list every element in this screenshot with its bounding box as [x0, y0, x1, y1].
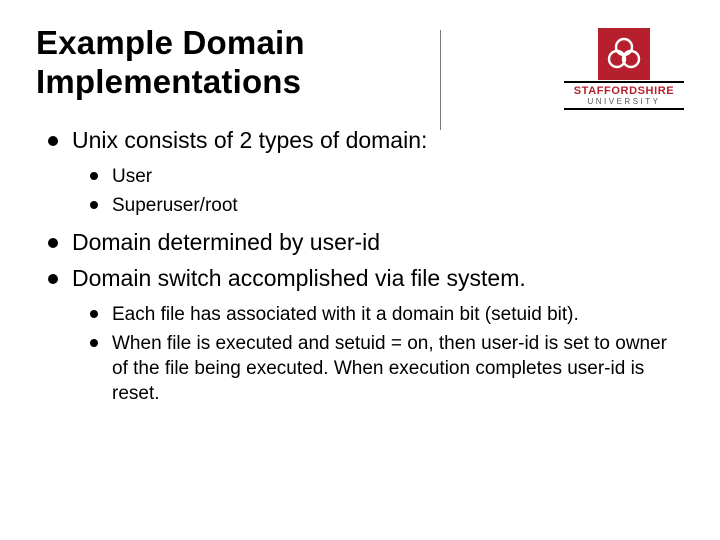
sub-list: User Superuser/root [72, 164, 684, 218]
sub-list: Each file has associated with it a domai… [72, 302, 684, 406]
list-item: Superuser/root [90, 193, 684, 218]
title-divider [440, 30, 441, 130]
bullet-text: User [112, 166, 152, 187]
list-item: Domain switch accomplished via file syst… [48, 264, 684, 406]
bullet-text: When file is executed and setuid = on, t… [112, 333, 667, 404]
header-row: Example Domain Implementations STAFFORDS… [36, 24, 684, 110]
bullet-text: Domain determined by user-id [72, 229, 380, 255]
slide-title: Example Domain Implementations [36, 24, 456, 102]
bullet-text: Each file has associated with it a domai… [112, 304, 579, 325]
list-item: When file is executed and setuid = on, t… [90, 331, 684, 406]
logo-name: STAFFORDSHIRE [564, 86, 684, 98]
bullet-list: Unix consists of 2 types of domain: User… [36, 126, 684, 406]
knot-icon [598, 28, 650, 80]
logo-sub: UNIVERSITY [564, 98, 684, 106]
university-logo: STAFFORDSHIRE UNIVERSITY [564, 28, 684, 110]
logo-text: STAFFORDSHIRE UNIVERSITY [564, 81, 684, 110]
list-item: Each file has associated with it a domai… [90, 302, 684, 327]
bullet-text: Superuser/root [112, 195, 238, 216]
list-item: Domain determined by user-id [48, 228, 684, 258]
bullet-text: Unix consists of 2 types of domain: [72, 127, 427, 153]
bullet-text: Domain switch accomplished via file syst… [72, 265, 526, 291]
list-item: Unix consists of 2 types of domain: User… [48, 126, 684, 218]
list-item: User [90, 164, 684, 189]
